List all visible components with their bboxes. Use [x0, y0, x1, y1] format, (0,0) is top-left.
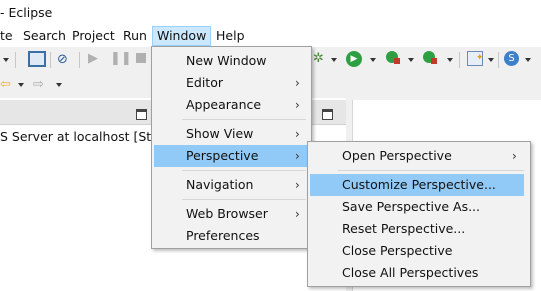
menu-item-close-all-perspectives[interactable]: Close All Perspectives — [310, 262, 528, 284]
menu-item-label: Appearance — [186, 97, 262, 112]
chevron-down-icon[interactable] — [18, 83, 24, 87]
menu-window[interactable]: Window — [152, 26, 212, 46]
menu-item-web-browser[interactable]: Web Browser › — [154, 203, 309, 225]
menu-item-close-perspective[interactable]: Close Perspective — [310, 240, 528, 262]
resume-icon[interactable]: ▶ — [88, 50, 98, 68]
chevron-right-icon: › — [295, 98, 300, 112]
menu-item-open-perspective[interactable]: Open Perspective › — [310, 145, 528, 167]
menu-item-customize-perspective[interactable]: Customize Perspective... — [310, 174, 524, 196]
window-menu: New Window Editor › Appearance › Show Vi… — [151, 46, 312, 249]
menu-item-navigation[interactable]: Navigation › — [154, 174, 309, 196]
menu-help[interactable]: Help — [212, 26, 249, 46]
menu-separator — [338, 170, 524, 171]
menu-item-label: Reset Perspective... — [342, 221, 466, 236]
menu-item-new-window[interactable]: New Window — [154, 50, 309, 72]
menu-run[interactable]: Run — [119, 26, 151, 46]
menu-item-label: Save Perspective As... — [342, 199, 481, 214]
menu-item-label: Web Browser — [186, 206, 268, 221]
menu-item-perspective[interactable]: Perspective › — [154, 145, 309, 167]
menu-separator — [182, 170, 306, 171]
minimize-icon[interactable] — [136, 109, 147, 120]
toolbar-separator — [498, 52, 499, 68]
chevron-right-icon: › — [295, 207, 300, 221]
toolbar-separator — [459, 52, 460, 68]
chevron-right-icon: › — [295, 76, 300, 90]
chevron-down-icon[interactable] — [370, 58, 376, 62]
menu-item-preferences[interactable]: Preferences — [154, 225, 309, 247]
menu-item-show-view[interactable]: Show View › — [154, 123, 309, 145]
menu-item-label: Preferences — [186, 228, 260, 243]
menu-item-reset-perspective[interactable]: Reset Perspective... — [310, 218, 528, 240]
menu-search[interactable]: Search — [19, 26, 70, 46]
chevron-down-icon[interactable] — [331, 58, 337, 62]
menu-item-label: Close Perspective — [342, 243, 453, 258]
menu-item-label: Editor — [186, 75, 223, 90]
toolbar-separator — [50, 52, 51, 68]
chevron-down-icon[interactable] — [488, 58, 494, 62]
toolbox-badge-icon — [394, 58, 400, 64]
back-arrow-icon[interactable]: ⇦ — [0, 76, 11, 94]
chevron-down-icon[interactable] — [525, 58, 531, 62]
chevron-right-icon: › — [512, 149, 517, 163]
new-star-icon: ✦ — [476, 53, 484, 63]
toolbar-separator — [79, 52, 80, 68]
menu-item-label: Open Perspective — [342, 148, 452, 163]
debug-icon[interactable]: ✲ — [313, 50, 324, 68]
new-java-class-icon[interactable]: S — [504, 51, 519, 66]
skip-breakpoints-icon[interactable]: ⊘ — [57, 51, 68, 69]
coverage-badge-icon — [431, 58, 437, 64]
menu-item-label: Perspective — [186, 148, 259, 163]
menu-item-label: New Window — [186, 53, 267, 68]
menu-separator — [182, 119, 306, 120]
monitor-icon[interactable] — [28, 51, 46, 67]
forward-arrow-icon[interactable]: ⇨ — [33, 76, 44, 94]
menu-item-label: Navigation — [186, 177, 254, 192]
title-bar: - Eclipse — [0, 0, 541, 26]
maximize-icon[interactable] — [322, 109, 333, 120]
menu-item-label: Show View — [186, 126, 254, 141]
chevron-down-icon[interactable] — [3, 58, 9, 62]
chevron-down-icon[interactable] — [56, 83, 62, 87]
toolbar-separator — [15, 52, 16, 68]
run-icon[interactable]: ▶ — [346, 51, 362, 67]
menu-item-editor[interactable]: Editor › — [154, 72, 309, 94]
menu-item-save-perspective-as[interactable]: Save Perspective As... — [310, 196, 528, 218]
menu-file-partial[interactable]: te — [0, 26, 17, 46]
menu-item-label: Close All Perspectives — [342, 265, 479, 280]
menu-item-label: Customize Perspective... — [342, 177, 496, 192]
menu-separator — [182, 199, 306, 200]
perspective-submenu: Open Perspective › Customize Perspective… — [307, 141, 531, 287]
menu-project[interactable]: Project — [68, 26, 119, 46]
chevron-right-icon: › — [295, 178, 300, 192]
menu-bar: te Search Project Run Window Help — [0, 26, 541, 47]
chevron-right-icon: › — [295, 127, 300, 141]
chevron-down-icon[interactable] — [408, 58, 414, 62]
terminate-icon[interactable] — [136, 53, 146, 63]
menu-item-appearance[interactable]: Appearance › — [154, 94, 309, 116]
chevron-right-icon: › — [295, 149, 300, 163]
chevron-down-icon[interactable] — [447, 58, 453, 62]
window-title: - Eclipse — [0, 5, 53, 20]
suspend-icon[interactable]: ❚❚ — [110, 50, 132, 68]
